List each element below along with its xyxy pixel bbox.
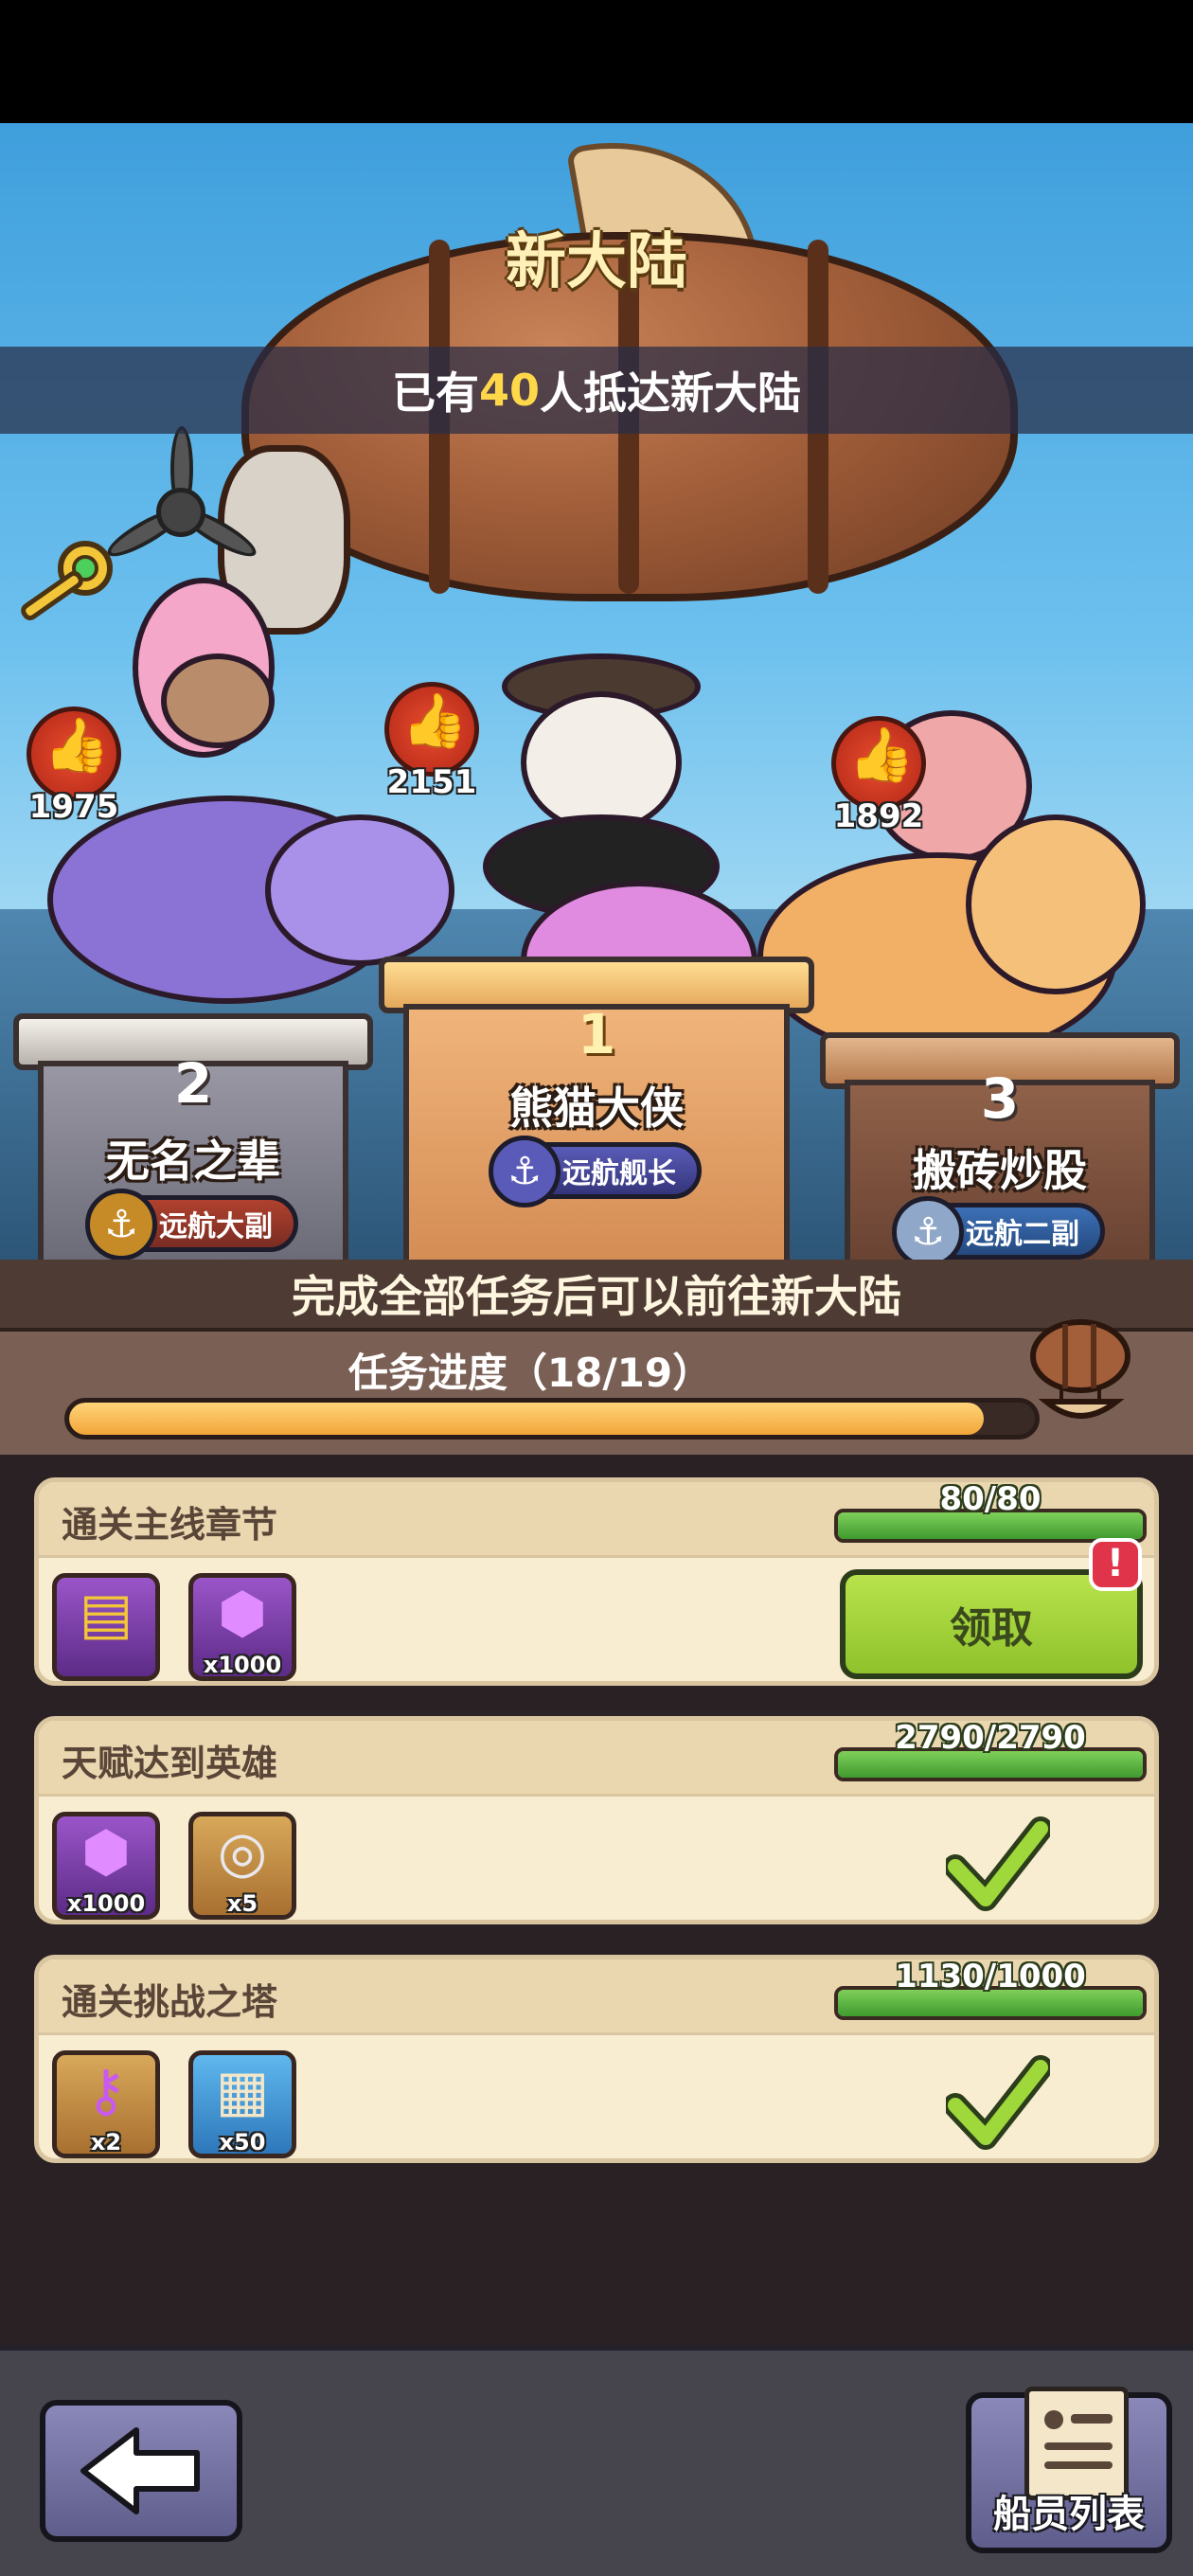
like-count: 2151 [386,763,477,801]
golden-key-icon [9,530,123,644]
reward-item[interactable]: ▦ x50 [188,2050,296,2158]
like-count: 1892 [833,797,924,835]
thumbs-up-icon: 👍 [44,715,110,777]
back-button[interactable] [40,2400,242,2542]
bottom-nav: 船员列表 [0,2345,1193,2576]
checkmark-icon [943,1812,1053,1916]
reward-item[interactable]: ⬢ x1000 [52,1812,160,1920]
anchor-icon: ⚓ [892,1196,964,1260]
back-arrow-icon [80,2427,200,2514]
task-count: 2790/2790 [895,1719,1086,1757]
checkmark-icon [943,2050,1053,2155]
rank-title: 远航大副 [159,1210,273,1243]
reward-item[interactable]: ⚷ x2 [52,2050,160,2158]
tiger-head [966,814,1146,994]
purple-key-icon: ⚷ [85,2058,127,2124]
rank-2-likes[interactable]: 👍 1975 [27,707,121,826]
page-title: 新大陆 [506,227,687,297]
reward-item[interactable]: ▤ [52,1573,160,1681]
reward-qty: x1000 [203,1652,282,1678]
task-header: 天赋达到英雄 2790/2790 [39,1721,1154,1797]
task-name: 通关挑战之塔 [62,1981,278,2023]
propeller-icon [102,426,261,587]
task-count: 1130/1000 [895,1958,1086,1995]
task-list: 通关主线章节 80/80 ▤ ⬢ x1000 领取 天赋达到英雄 2790/27… [0,1455,1193,2345]
treasure-chest-icon: ▤ [79,1581,134,1647]
reward-item[interactable]: ◎ x5 [188,1812,296,1920]
podium-rank-1: 1 熊猫大侠 ⚓ 远航舰长 [379,957,814,1260]
capybara-face [161,653,275,748]
reward-qty: x50 [219,2129,266,2156]
podium-rank-3: 3 搬砖炒股 ⚓ 远航二副 [820,1032,1180,1260]
rank-title-badge: ⚓ 远航二副 [892,1196,1105,1260]
podium-rank-2: 2 无名之辈 ⚓ 远航大副 [13,1013,373,1260]
task-header: 通关主线章节 80/80 [39,1482,1154,1558]
player-name: 搬砖炒股 [913,1145,1087,1196]
crew-list-label: 船员列表 [993,2493,1145,2536]
task-name: 通关主线章节 [62,1504,278,1546]
rank-title: 远航二副 [966,1218,1079,1251]
progress-label: 任务进度（18/19） [347,1350,713,1396]
like-count: 1975 [28,788,119,826]
rank-3-likes[interactable]: 👍 1892 [831,716,926,835]
anchor-icon: ⚓ [85,1189,157,1260]
alert-badge-icon: ! [1089,1538,1142,1591]
silver-coin-icon: ◎ [217,1819,268,1886]
rank-number: 1 [577,1002,616,1066]
task-header: 通关挑战之塔 1130/1000 [39,1959,1154,2035]
task-count: 80/80 [939,1480,1042,1518]
reward-qty: x2 [90,2129,122,2156]
purple-gem-icon: ⬢ [217,1581,268,1647]
blue-scroll-icon: ▦ [215,2058,270,2124]
reward-qty: x5 [226,1890,258,1917]
purple-gem-icon: ⬢ [80,1819,132,1886]
arrived-prefix: 已有 [391,367,479,419]
player-name: 熊猫大侠 [509,1082,684,1134]
task-name: 天赋达到英雄 [62,1743,278,1784]
airship-icon [1018,1307,1141,1440]
rank-2-character[interactable] [28,578,454,1089]
arrived-suffix: 人抵达新大陆 [540,367,801,419]
crew-list-button[interactable]: 船员列表 [966,2387,1172,2553]
task-card: 天赋达到英雄 2790/2790 ⬢ x1000 ◎ x5 [34,1716,1159,1924]
rank-1-likes[interactable]: 👍 2151 [384,682,479,801]
rank-title-badge: ⚓ 远航大副 [85,1189,298,1260]
rank-number: 2 [173,1051,213,1116]
progress-fill [69,1403,985,1435]
anchor-icon: ⚓ [489,1136,561,1208]
dragon-head [265,814,454,966]
task-progress-section: 任务进度（18/19） [0,1332,1193,1455]
arrived-banner: 已有 40 人抵达新大陆 [0,347,1193,434]
task-card: 通关挑战之塔 1130/1000 ⚷ x2 ▦ x50 [34,1955,1159,2163]
task-card: 通关主线章节 80/80 ▤ ⬢ x1000 领取 [34,1477,1159,1686]
progress-bar [64,1398,1040,1440]
panda-head [521,691,682,833]
unlock-notice: 完成全部任务后可以前往新大陆 [0,1260,1193,1332]
rank-title: 远航舰长 [562,1157,676,1190]
thumbs-up-icon: 👍 [401,690,468,752]
rank-title-badge: ⚓ 远航舰长 [489,1136,702,1208]
player-name: 无名之辈 [106,1136,280,1187]
top-black-bar [0,0,1193,123]
thumbs-up-icon: 👍 [848,724,915,786]
new-continent-scene: 新大陆 已有 40 人抵达新大陆 👍 1975 👍 2151 👍 1892 2 … [0,123,1193,1260]
arrived-count: 40 [478,365,540,416]
rank-number: 3 [980,1066,1020,1131]
reward-qty: x1000 [66,1890,146,1917]
reward-item[interactable]: ⬢ x1000 [188,1573,296,1681]
